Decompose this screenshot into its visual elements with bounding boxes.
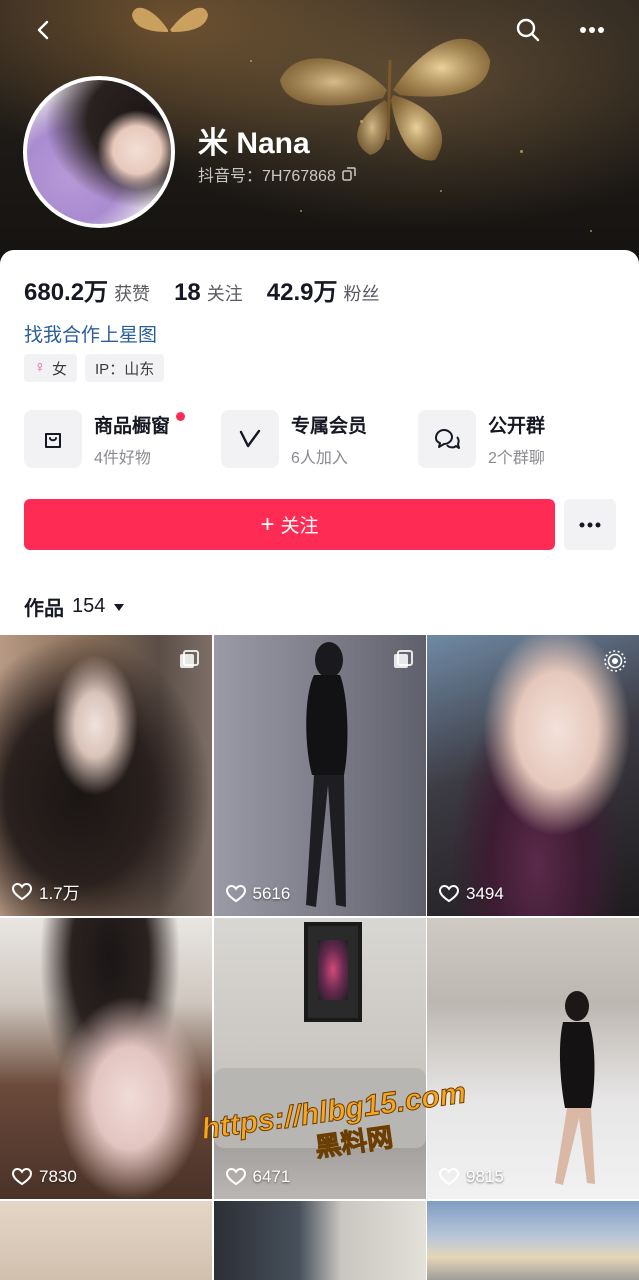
service-icon-box: [221, 410, 279, 468]
video-tile[interactable]: [427, 1201, 639, 1280]
tab-works[interactable]: 作品 154: [24, 592, 125, 621]
vip-v-icon: [239, 429, 261, 448]
live-photo-icon: [604, 650, 626, 672]
shopping-bag-icon: [45, 433, 61, 448]
video-tile[interactable]: 3494: [427, 635, 639, 916]
service-subtitle: 2个群聊: [488, 449, 545, 467]
like-count-text: 1.7万: [39, 884, 80, 903]
ip-location-tag: IP：山东: [85, 354, 165, 382]
wall-painting: [303, 922, 362, 1022]
profile-stats: 680.2万 获赞 18 关注 42.9万 粉丝: [24, 272, 403, 307]
caret-down-icon: [114, 603, 125, 611]
ip-label: IP：山东: [95, 360, 155, 378]
sparkle: [590, 230, 592, 232]
stat-value: 680.2万: [24, 279, 109, 306]
service-membership[interactable]: 专属会员 6人加入: [221, 410, 418, 468]
profile-cover: 米 Nana 抖音号：7H767868: [0, 0, 639, 270]
like-count-text: 5616: [252, 884, 291, 903]
nickname: 米 Nana: [198, 127, 310, 160]
like-count-text: 6471: [252, 1167, 291, 1186]
stat-following[interactable]: 18 关注: [174, 279, 243, 307]
more-options-button[interactable]: [574, 12, 610, 48]
follow-button[interactable]: + 关注: [24, 499, 555, 550]
video-tile[interactable]: 1.7万: [0, 635, 212, 916]
chevron-left-icon: [37, 20, 49, 40]
copy-icon[interactable]: [342, 167, 356, 181]
like-count: 1.7万: [12, 879, 80, 904]
video-tile[interactable]: 6471: [213, 918, 426, 1199]
sparkle: [300, 210, 302, 212]
figure-silhouette: [305, 642, 347, 907]
heart-icon: [225, 885, 246, 903]
like-count: 3494: [439, 884, 504, 904]
notification-dot: [176, 412, 185, 421]
back-button[interactable]: [26, 12, 62, 48]
search-icon: [516, 18, 540, 42]
video-tile[interactable]: 7830: [0, 918, 212, 1199]
plus-icon: +: [260, 510, 275, 538]
sparkle: [250, 60, 252, 62]
profile-tags: ♀ 女 IP：山东: [24, 354, 165, 382]
avatar[interactable]: [23, 76, 175, 228]
service-shop-window[interactable]: 商品橱窗 4件好物: [24, 410, 221, 468]
gallery-icon: [180, 650, 199, 668]
service-public-group[interactable]: 公开群 2个群聊: [418, 410, 615, 468]
video-tile[interactable]: 5616: [213, 635, 426, 916]
service-entries: 商品橱窗 4件好物 专属会员 6人加入 公开群 2个群聊: [24, 410, 624, 468]
butterfly-decoration-icon: [132, 7, 208, 32]
like-count-text: 3494: [466, 884, 504, 903]
like-count: 7830: [12, 1167, 77, 1187]
stat-likes[interactable]: 680.2万 获赞: [24, 272, 150, 307]
works-label: 作品: [24, 598, 64, 620]
heart-icon: [225, 1168, 246, 1186]
like-count: 6471: [225, 1167, 291, 1187]
stat-label: 获赞: [114, 284, 151, 304]
like-count-text: 7830: [39, 1167, 77, 1186]
douyin-id[interactable]: 抖音号：7H767868: [198, 162, 356, 186]
profile-info-card: 680.2万 获赞 18 关注 42.9万 粉丝 找我合作上星图 ♀ 女 IP：…: [0, 250, 639, 635]
group-chat-icon: [435, 429, 460, 449]
follow-label: 关注: [280, 516, 319, 537]
works-count: 154: [72, 595, 106, 617]
stat-value: 18: [174, 279, 201, 306]
works-grid: 1.7万 5616 3494 7830 6471 9815: [0, 635, 639, 1280]
gallery-icon: [393, 650, 413, 668]
female-icon: ♀: [34, 359, 46, 376]
more-actions-button[interactable]: [564, 499, 616, 550]
video-tile[interactable]: [0, 1201, 212, 1280]
heart-icon: [439, 1168, 459, 1186]
stat-label: 关注: [206, 284, 243, 304]
service-icon-box: [24, 410, 82, 468]
heart-icon: [12, 1168, 32, 1186]
search-button[interactable]: [510, 12, 546, 48]
sparkle: [520, 150, 523, 153]
douyin-id-text: 抖音号：7H767868: [198, 168, 336, 185]
sparkle: [440, 190, 442, 192]
video-tile[interactable]: 9815: [427, 918, 639, 1199]
service-subtitle: 6人加入: [291, 449, 348, 467]
service-title: 专属会员: [291, 415, 368, 437]
collab-link[interactable]: 找我合作上星图: [24, 320, 157, 347]
stat-value: 42.9万: [266, 279, 338, 306]
gender-tag: ♀ 女: [24, 354, 78, 382]
more-dots-icon: [579, 522, 601, 527]
like-count-text: 9815: [466, 1167, 504, 1186]
video-tile[interactable]: [213, 1201, 426, 1280]
figure-silhouette: [555, 991, 595, 1185]
like-count: 5616: [225, 884, 291, 904]
sofa: [213, 1068, 426, 1148]
more-dots-icon: [580, 27, 604, 33]
service-subtitle: 4件好物: [94, 449, 151, 467]
service-icon-box: [418, 410, 476, 468]
service-title: 公开群: [488, 415, 546, 437]
heart-icon: [12, 882, 32, 900]
service-title: 商品橱窗: [94, 415, 171, 437]
stat-followers[interactable]: 42.9万 粉丝: [267, 272, 380, 307]
gender-label: 女: [52, 360, 68, 378]
like-count: 9815: [439, 1167, 504, 1187]
stat-label: 粉丝: [343, 284, 380, 304]
heart-icon: [439, 885, 459, 903]
